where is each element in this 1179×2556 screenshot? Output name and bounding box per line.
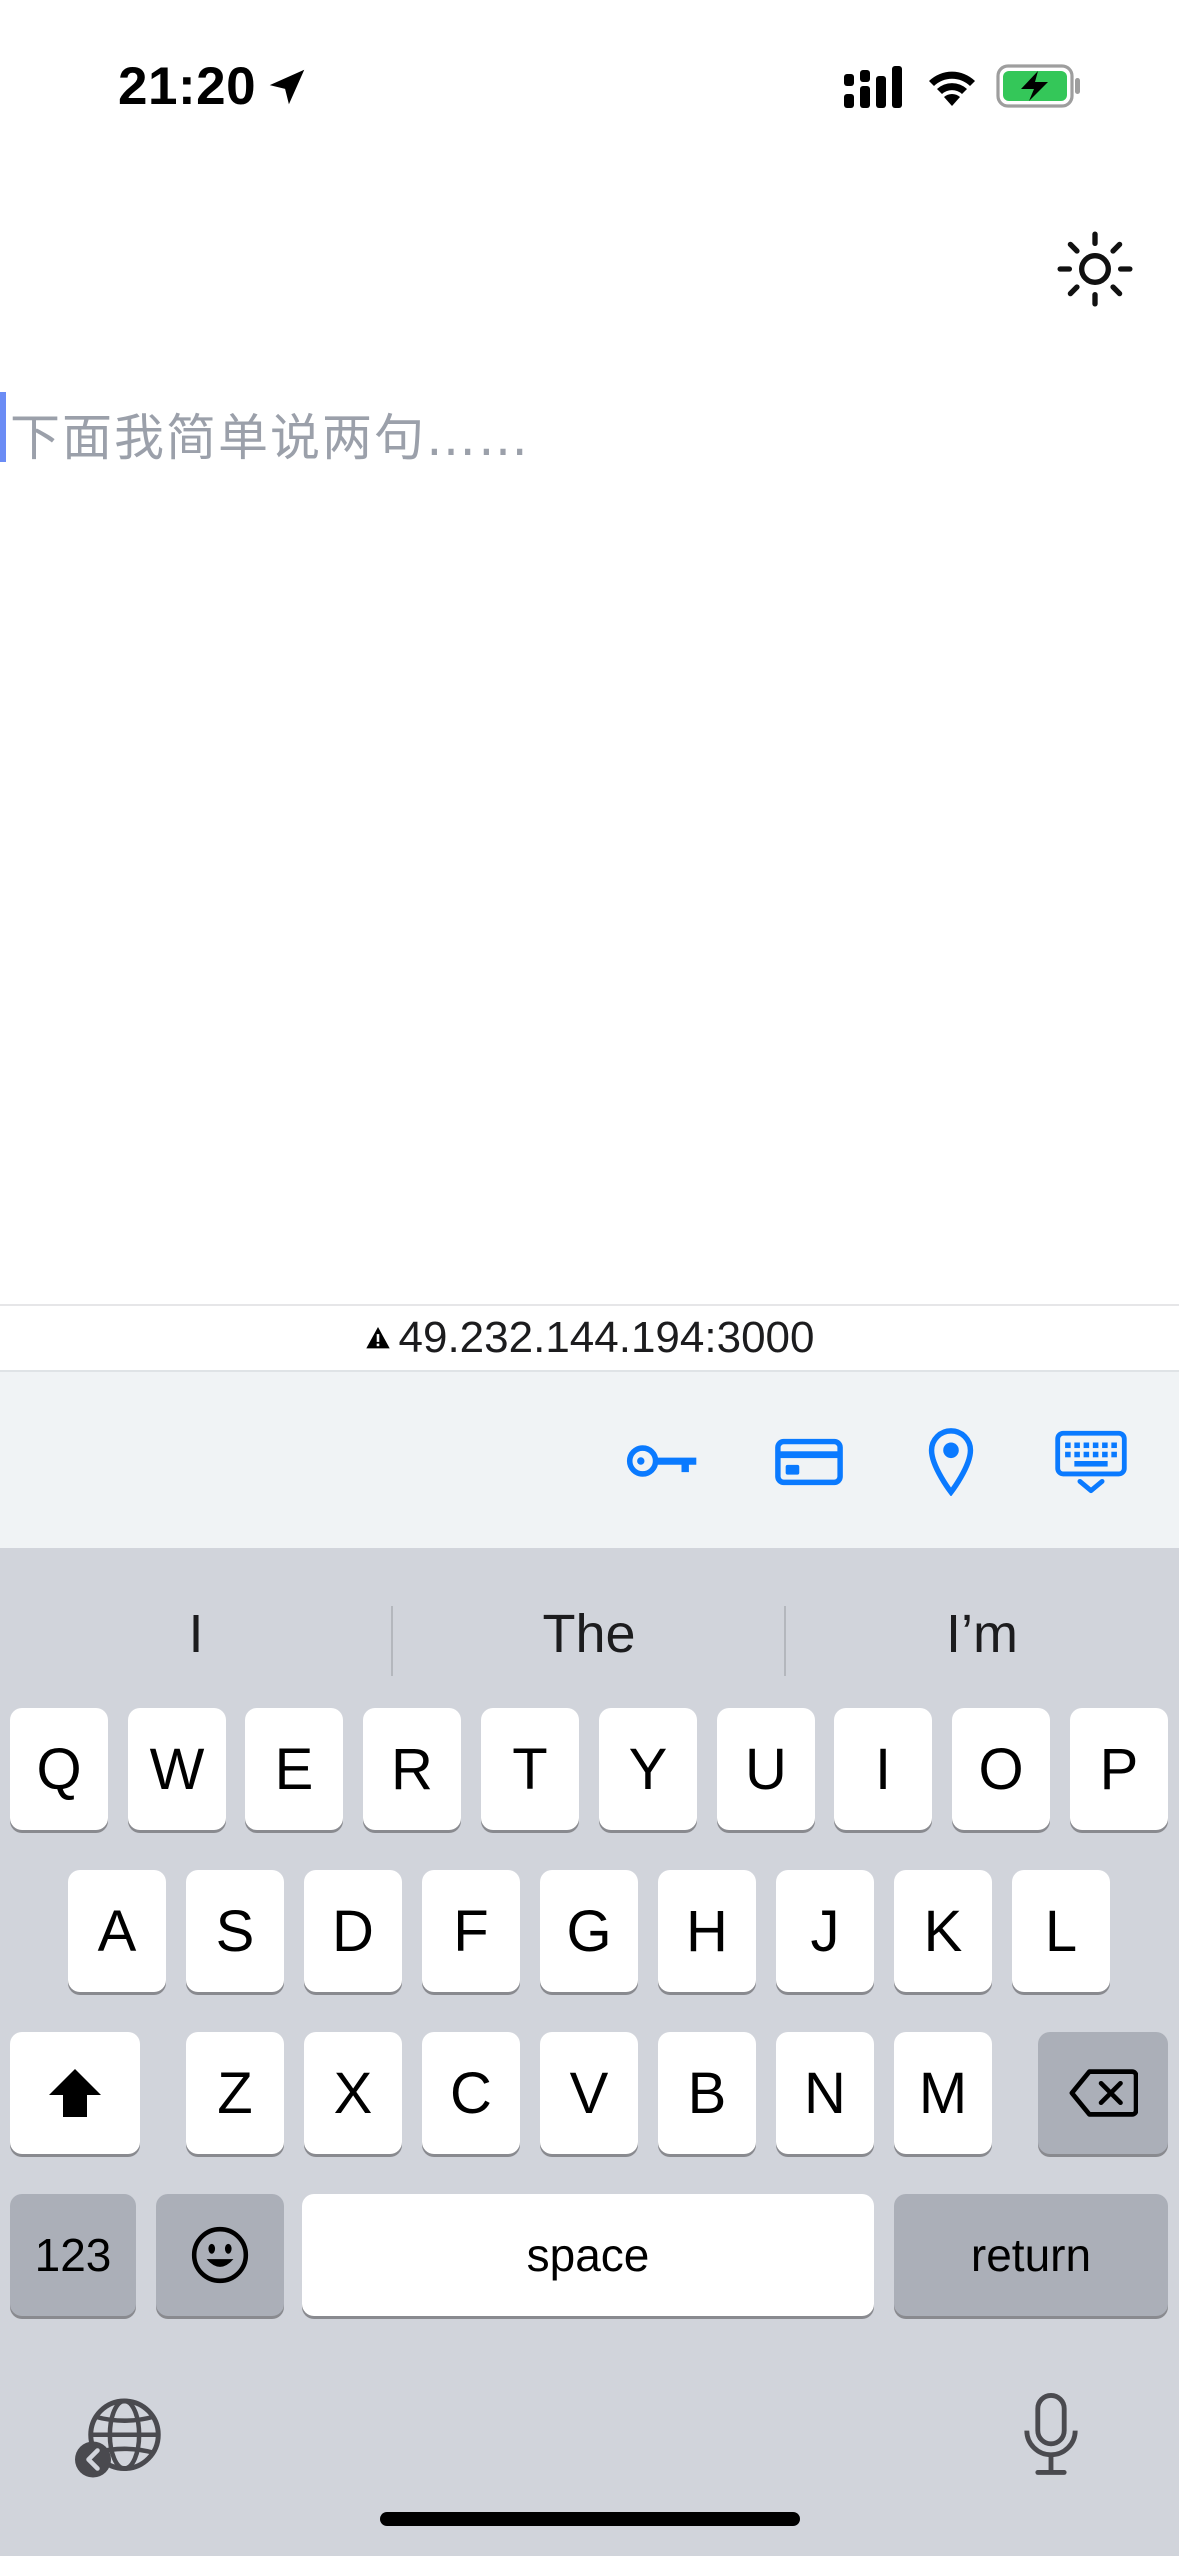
key-j[interactable]: J	[776, 1870, 874, 1992]
suggestion-2[interactable]: The	[393, 1586, 785, 1682]
emoji-icon	[191, 2226, 249, 2284]
key-f[interactable]: F	[422, 1870, 520, 1992]
key-n[interactable]: N	[776, 2032, 874, 2154]
key-s[interactable]: S	[186, 1870, 284, 1992]
credit-card-icon[interactable]	[774, 1426, 844, 1496]
space-key[interactable]: space	[302, 2194, 874, 2316]
screen: 21:20 下面我简单说两句…… 49.232.144.194:3000 I T…	[0, 0, 1179, 2556]
location-pin-icon[interactable]	[924, 1426, 978, 1496]
hide-keyboard-icon[interactable]	[1054, 1426, 1128, 1496]
key-k[interactable]: K	[894, 1870, 992, 1992]
key-c[interactable]: C	[422, 2032, 520, 2154]
key-d[interactable]: D	[304, 1870, 402, 1992]
key-m[interactable]: M	[894, 2032, 992, 2154]
key-e[interactable]: E	[245, 1708, 343, 1830]
warning-triangle-icon	[365, 1326, 390, 1349]
key-w[interactable]: W	[128, 1708, 226, 1830]
key-x[interactable]: X	[304, 2032, 402, 2154]
status-time: 21:20	[118, 57, 257, 116]
key-icon[interactable]	[626, 1426, 700, 1496]
editor-placeholder: 下面我简单说两句……	[10, 409, 530, 467]
microphone-icon[interactable]	[1018, 2390, 1084, 2480]
cellular-signal-icon	[844, 66, 902, 108]
address-url: 49.232.144.194:3000	[398, 1313, 815, 1362]
key-l[interactable]: L	[1012, 1870, 1110, 1992]
key-t[interactable]: T	[481, 1708, 579, 1830]
numbers-key[interactable]: 123	[10, 2194, 136, 2316]
text-editor[interactable]: 下面我简单说两句……	[0, 380, 1179, 1300]
theme-toggle-sun-icon[interactable]	[1054, 228, 1136, 310]
suggestion-3[interactable]: I’m	[786, 1586, 1178, 1682]
suggestion-1[interactable]: I	[0, 1586, 392, 1682]
address-bar[interactable]: 49.232.144.194:3000	[0, 1304, 1179, 1370]
shift-icon	[49, 2069, 101, 2117]
delete-backspace-icon	[1069, 2069, 1138, 2117]
suggestion-bar: I The I’m	[0, 1586, 1179, 1682]
shift-key[interactable]	[10, 2032, 140, 2154]
key-u[interactable]: U	[717, 1708, 815, 1830]
key-r[interactable]: R	[363, 1708, 461, 1830]
key-v[interactable]: V	[540, 2032, 638, 2154]
key-i[interactable]: I	[834, 1708, 932, 1830]
key-b[interactable]: B	[658, 2032, 756, 2154]
autofill-toolbar	[0, 1370, 1179, 1548]
location-arrow-icon	[269, 69, 305, 105]
return-key[interactable]: return	[894, 2194, 1168, 2316]
home-indicator[interactable]	[380, 2512, 800, 2526]
keyboard: I The I’m Q W E R T Y U I O P A S D F G …	[0, 1548, 1179, 2556]
key-y[interactable]: Y	[599, 1708, 697, 1830]
globe-icon[interactable]	[70, 2392, 170, 2482]
key-z[interactable]: Z	[186, 2032, 284, 2154]
key-a[interactable]: A	[68, 1870, 166, 1992]
status-bar: 21:20	[0, 0, 1179, 170]
delete-key[interactable]	[1038, 2032, 1168, 2154]
wifi-icon	[929, 71, 975, 106]
text-caret	[0, 392, 6, 462]
key-h[interactable]: H	[658, 1870, 756, 1992]
key-g[interactable]: G	[540, 1870, 638, 1992]
emoji-key[interactable]	[156, 2194, 284, 2316]
key-o[interactable]: O	[952, 1708, 1050, 1830]
key-p[interactable]: P	[1070, 1708, 1168, 1830]
battery-charging-icon	[996, 64, 1080, 108]
key-q[interactable]: Q	[10, 1708, 108, 1830]
